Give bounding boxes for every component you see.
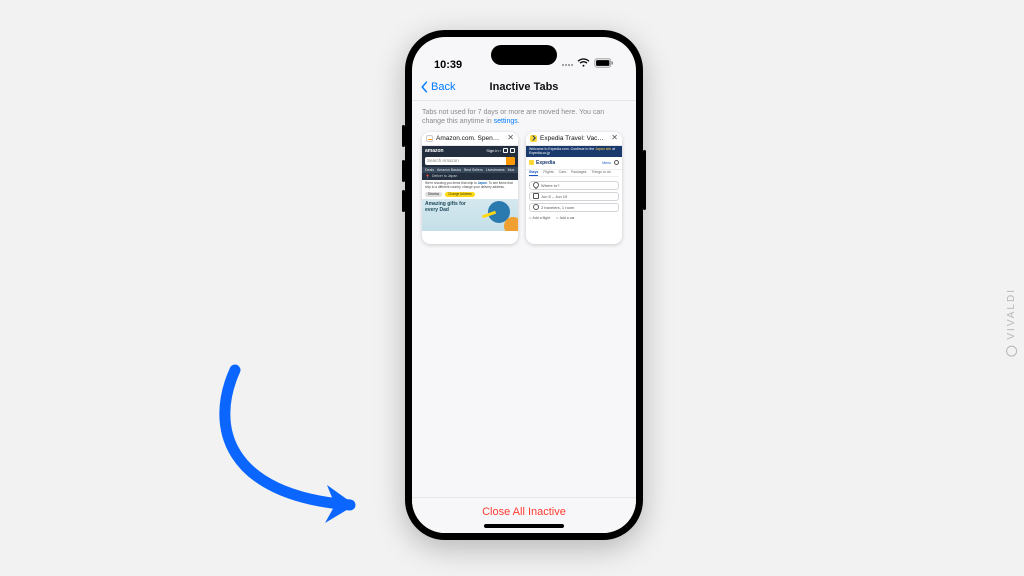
tab-thumbnail: Welcome to Expedia.com. Continue to the …: [526, 146, 622, 244]
favicon-amazon: [426, 135, 433, 142]
settings-link[interactable]: settings: [494, 118, 518, 125]
phone-screen: 10:39 Back Inactive Tabs Tabs not used f…: [412, 37, 636, 533]
status-time: 10:39: [434, 59, 462, 71]
close-tab-button[interactable]: ✕: [507, 134, 514, 142]
back-button[interactable]: Back: [418, 81, 455, 93]
chevron-left-icon: [418, 81, 430, 93]
vivaldi-watermark: VIVALDI: [1007, 288, 1018, 357]
nav-bar: Back Inactive Tabs: [412, 73, 636, 101]
tab-tile[interactable]: Expedia Travel: Vac… ✕ Welcome to Expedi…: [526, 132, 622, 244]
tab-title: Amazon.com. Spen…: [436, 135, 504, 142]
wifi-icon: [577, 58, 590, 71]
page-title: Inactive Tabs: [490, 81, 559, 93]
battery-icon: [594, 58, 614, 71]
annotation-arrow: [205, 355, 385, 530]
tab-tile[interactable]: Amazon.com. Spen… ✕ amazon Sign in › Sea…: [422, 132, 518, 244]
expedia-logo: Expedia: [529, 160, 555, 166]
info-text: Tabs not used for 7 days or more are mov…: [412, 101, 636, 132]
inactive-tabs-grid: Amazon.com. Spen… ✕ amazon Sign in › Sea…: [412, 132, 636, 244]
home-indicator: [484, 524, 564, 528]
tab-title: Expedia Travel: Vac…: [540, 135, 608, 142]
dynamic-island: [491, 45, 557, 65]
favicon-expedia: [530, 135, 537, 142]
close-tab-button[interactable]: ✕: [611, 134, 618, 142]
back-label: Back: [431, 81, 455, 93]
phone-frame: 10:39 Back Inactive Tabs Tabs not used f…: [405, 30, 643, 540]
tab-thumbnail: amazon Sign in › Search Amazon Deals Ama…: [422, 146, 518, 244]
cellular-icon: [562, 64, 573, 66]
tab-tile-header: Expedia Travel: Vac… ✕: [526, 132, 622, 146]
tab-tile-header: Amazon.com. Spen… ✕: [422, 132, 518, 146]
amazon-logo: amazon: [425, 148, 444, 154]
close-all-inactive-button[interactable]: Close All Inactive: [482, 506, 566, 518]
